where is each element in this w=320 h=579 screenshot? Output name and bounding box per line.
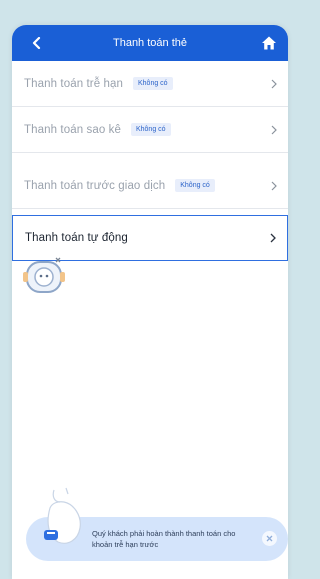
- status-badge: Không có: [175, 179, 215, 192]
- back-button[interactable]: [26, 32, 48, 54]
- mascot-illustration-icon: [44, 487, 81, 544]
- row-late-payment[interactable]: Thanh toán trễ hạn Không có: [12, 61, 288, 107]
- mascot-widget-icon[interactable]: [20, 252, 68, 300]
- chevron-right-icon: [271, 125, 277, 134]
- row-prepayment[interactable]: Thanh toán trước giao dịch Không có: [12, 163, 288, 209]
- chevron-right-icon: [271, 181, 277, 190]
- status-badge: Không có: [130, 123, 171, 136]
- page-title: Thanh toán thẻ: [112, 37, 187, 49]
- row-label: Thanh toán sao kê: [24, 123, 121, 136]
- row-label: Thanh toán tự động: [25, 232, 128, 244]
- chevron-left-icon: [32, 37, 41, 49]
- row-label: Thanh toán trước giao dịch: [24, 179, 166, 192]
- home-button[interactable]: [258, 32, 280, 54]
- toast-close-button[interactable]: [262, 531, 277, 546]
- close-icon: [266, 535, 273, 542]
- status-badge: Không có: [132, 77, 173, 90]
- chevron-right-icon: [271, 79, 277, 88]
- row-statement-payment[interactable]: Thanh toán sao kê Không có: [12, 107, 288, 153]
- toast-message: Quý khách phải hoàn thành thanh toán cho…: [92, 529, 236, 549]
- chevron-right-icon: [270, 233, 276, 243]
- home-icon: [262, 36, 276, 50]
- row-label: Thanh toán trễ hạn: [24, 77, 123, 90]
- header-bar: Thanh toán thẻ: [12, 25, 288, 61]
